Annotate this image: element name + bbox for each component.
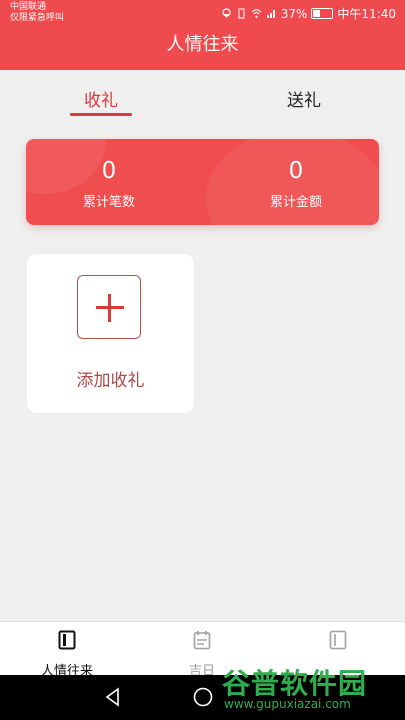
stat-amount: 0 累计金额 bbox=[226, 157, 366, 210]
calendar-icon bbox=[193, 631, 211, 650]
stats-card: 0 累计笔数 0 累计金额 bbox=[26, 139, 379, 225]
add-gift-card[interactable]: 添加收礼 bbox=[27, 254, 194, 413]
page-title: 人情往来 bbox=[166, 34, 239, 55]
book-icon bbox=[58, 630, 76, 650]
carrier-status: 仅限紧急呼叫 bbox=[10, 13, 65, 23]
battery-percent: 37% bbox=[280, 6, 308, 21]
status-time: 中午11:40 bbox=[337, 7, 396, 21]
tab-bar: 收礼 送礼 bbox=[0, 70, 405, 118]
wifi-icon bbox=[251, 9, 262, 18]
back-icon[interactable] bbox=[103, 686, 123, 708]
plus-icon bbox=[77, 275, 141, 339]
nav-item-notebook[interactable] bbox=[293, 630, 383, 660]
nav-item-relations[interactable]: 人情往来 bbox=[22, 630, 112, 679]
watermark-logo: 谷普软件园 bbox=[222, 667, 368, 700]
location-icon bbox=[222, 8, 231, 18]
app-header: 中国联通 仅限紧急呼叫 37% 中午11:40 人情往来 bbox=[0, 0, 405, 70]
add-gift-label: 添加收礼 bbox=[76, 371, 145, 391]
stat-amount-label: 累计金额 bbox=[269, 195, 322, 210]
tab-receive-gifts[interactable]: 收礼 bbox=[84, 86, 118, 111]
tab-send-gifts[interactable]: 送礼 bbox=[287, 86, 321, 111]
watermark-url: www.gupuxiazai.com bbox=[224, 697, 351, 711]
status-bar: 中国联通 仅限紧急呼叫 37% 中午11:40 bbox=[0, 0, 405, 28]
stat-amount-value: 0 bbox=[288, 158, 304, 184]
stat-count-label: 累计笔数 bbox=[82, 195, 135, 210]
carrier-name: 中国联通 bbox=[10, 2, 47, 12]
carrier-info: 中国联通 仅限紧急呼叫 bbox=[10, 2, 64, 24]
battery-icon bbox=[311, 8, 334, 19]
tab-active-indicator bbox=[70, 113, 132, 116]
home-icon[interactable] bbox=[192, 686, 214, 708]
vibrate-icon bbox=[238, 8, 245, 19]
stat-count: 0 累计笔数 bbox=[39, 157, 179, 210]
signal-icon bbox=[266, 10, 275, 18]
notebook-icon bbox=[329, 630, 347, 650]
stat-count-value: 0 bbox=[101, 158, 117, 184]
status-indicators: 37% 中午11:40 bbox=[221, 5, 396, 22]
